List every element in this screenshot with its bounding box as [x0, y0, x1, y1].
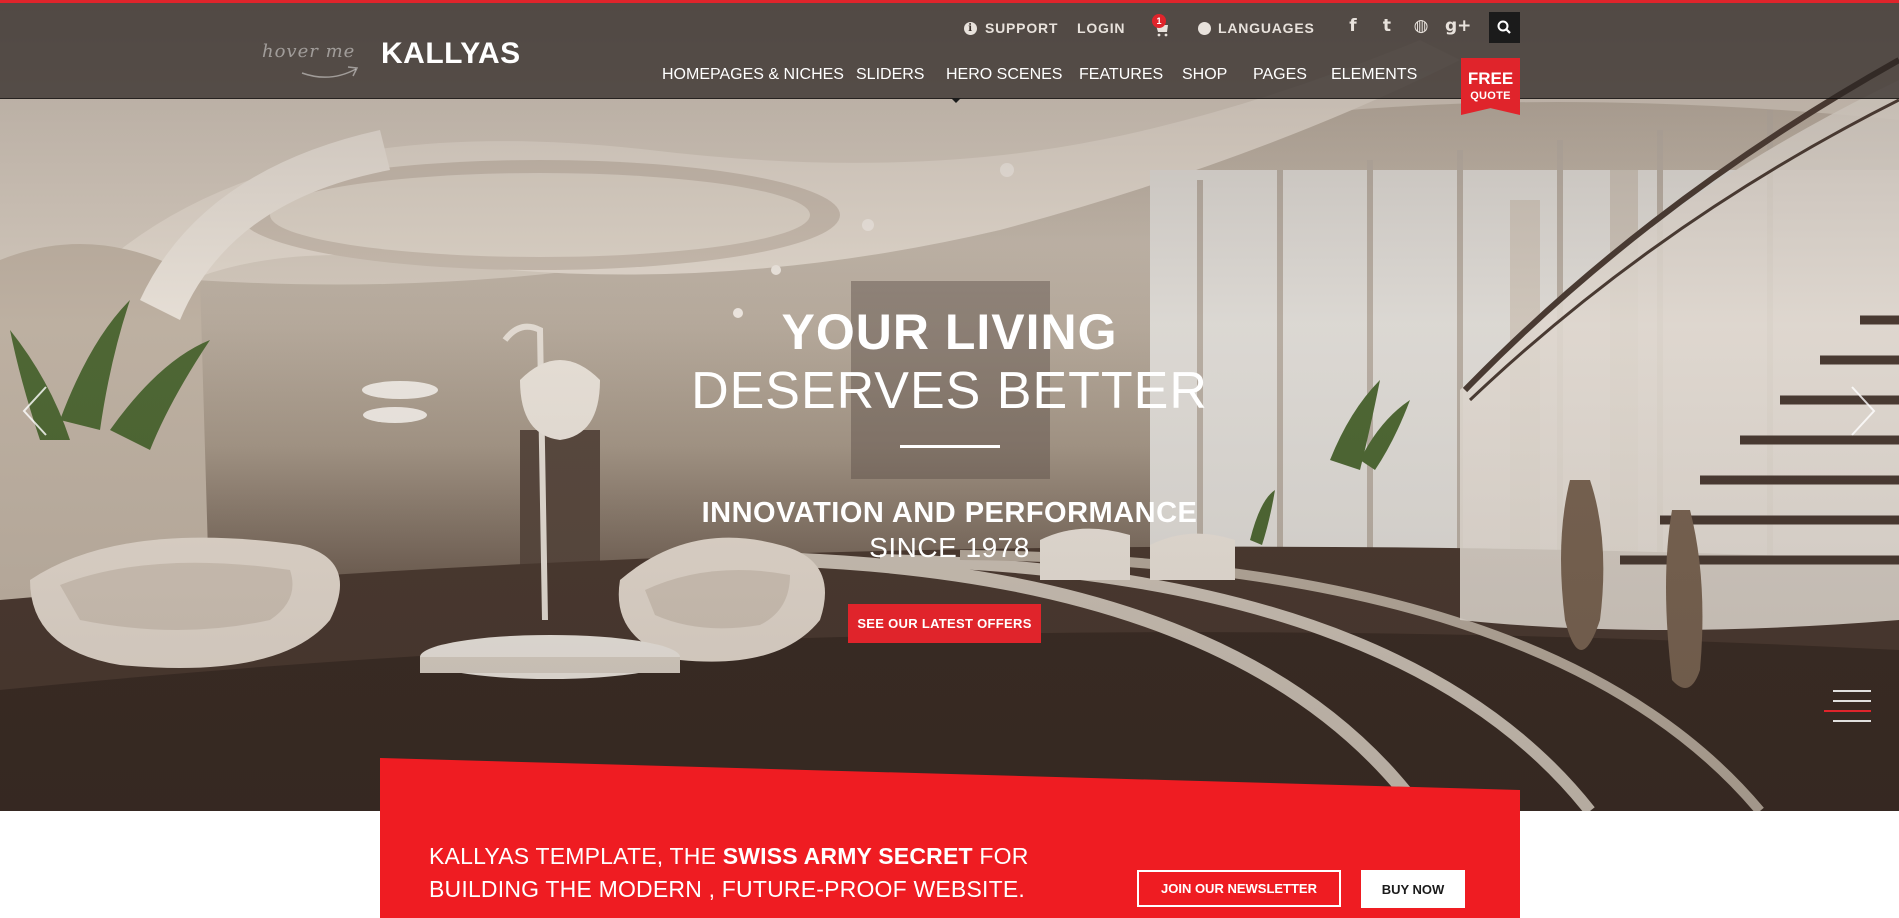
site-logo[interactable]: KALLYAS [381, 37, 521, 71]
promo-text-highlight: SWISS ARMY SECRET [722, 843, 973, 869]
hover-me-hint: hover me [262, 41, 356, 62]
nav-item-homepages-niches[interactable]: HOMEPAGES & NICHES [662, 66, 844, 84]
nav-item-shop[interactable]: SHOP [1182, 66, 1227, 84]
globe-icon [1198, 21, 1211, 35]
buy-now-button[interactable]: BUY NOW [1361, 870, 1465, 908]
languages-dropdown[interactable]: LANGUAGES [1198, 17, 1315, 39]
support-link[interactable]: i SUPPORT [964, 17, 1058, 39]
active-nav-caret-icon [951, 98, 961, 103]
languages-label: LANGUAGES [1218, 20, 1315, 36]
login-label: LOGIN [1077, 20, 1126, 36]
nav-item-hero-scenes[interactable]: HERO SCENES [946, 66, 1062, 84]
support-label: SUPPORT [985, 20, 1059, 36]
slide-indicator[interactable] [1833, 690, 1871, 692]
nav-item-pages[interactable]: PAGES [1253, 66, 1307, 84]
google-plus-icon[interactable]: g+ [1445, 16, 1471, 36]
promo-text-part: KALLYAS TEMPLATE, THE [429, 843, 723, 869]
social-links: f t ◍ g+ [1343, 16, 1471, 36]
facebook-icon[interactable]: f [1343, 16, 1363, 36]
nav-item-features[interactable]: FEATURES [1079, 66, 1163, 84]
hero-title: YOUR LIVING [781, 304, 1118, 360]
nav-item-elements[interactable]: ELEMENTS [1331, 66, 1417, 84]
slide-indicator-active[interactable] [1824, 710, 1871, 712]
nav-item-sliders[interactable]: SLIDERS [856, 66, 924, 84]
slider-pagination[interactable] [1822, 690, 1871, 730]
info-icon: i [964, 21, 977, 35]
slide-indicator[interactable] [1833, 720, 1871, 722]
login-link[interactable]: LOGIN [1077, 17, 1125, 39]
join-newsletter-button[interactable]: JOIN OUR NEWSLETTER [1137, 870, 1341, 907]
free-quote-label: FREE [1467, 69, 1514, 88]
cart-count-badge: 1 [1152, 14, 1166, 28]
promo-text: KALLYAS TEMPLATE, THE SWISS ARMY SECRET … [429, 840, 1069, 906]
hero-slider: YOUR LIVING DESERVES BETTER INNOVATION A… [0, 0, 1899, 811]
slider-next-arrow-icon[interactable] [1848, 385, 1878, 437]
slide-indicator[interactable] [1833, 700, 1871, 702]
promo-text-second-line: BUILDING THE MODERN , FUTURE-PROOF WEBSI… [429, 876, 1025, 902]
title-divider [900, 445, 1000, 448]
curved-arrow-icon [301, 66, 359, 78]
dribbble-icon[interactable]: ◍ [1411, 16, 1431, 36]
free-quote-button[interactable]: FREE QUOTE [1461, 58, 1520, 115]
twitter-icon[interactable]: t [1377, 16, 1397, 36]
free-quote-sublabel: QUOTE [1470, 90, 1511, 102]
hero-subtitle-second-line: SINCE 1978 [869, 532, 1030, 563]
hero-subtitle: INNOVATION AND PERFORMANCE [701, 497, 1198, 529]
hero-title-second-line: DESERVES BETTER [691, 362, 1208, 420]
slider-prev-arrow-icon[interactable] [20, 385, 50, 437]
see-latest-offers-button[interactable]: SEE OUR LATEST OFFERS [848, 604, 1041, 643]
search-button[interactable] [1489, 12, 1520, 43]
site-header: hover me KALLYAS i SUPPORT LOGIN 1 LANGU… [0, 3, 1899, 115]
search-icon [1497, 20, 1511, 34]
cart-button[interactable]: 1 [1150, 14, 1174, 39]
promo-text-part: FOR [972, 843, 1029, 869]
